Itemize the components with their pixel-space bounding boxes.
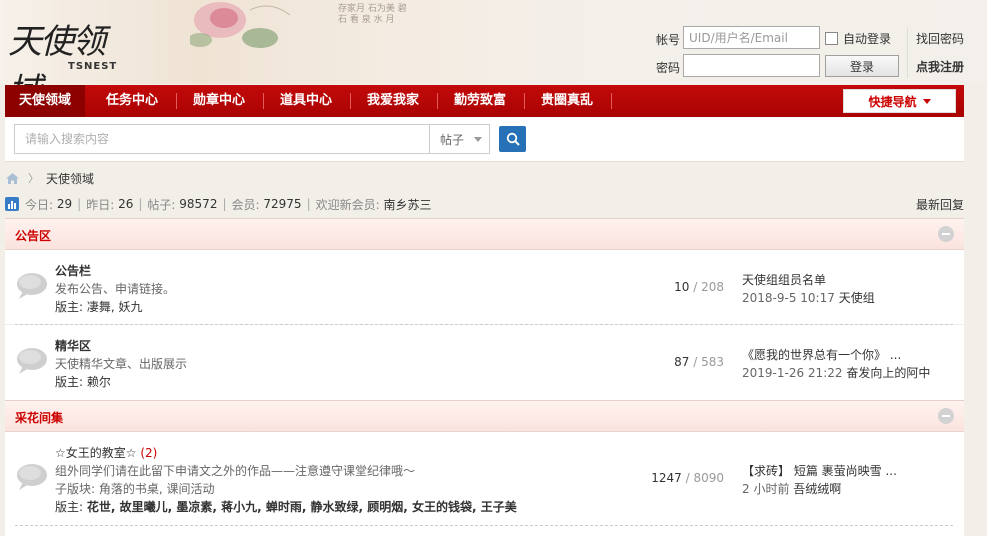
collapse-icon[interactable]	[938, 408, 954, 424]
nav-item-earn[interactable]: 勤劳致富	[439, 85, 521, 117]
nav-divider	[524, 93, 525, 109]
search-input[interactable]	[14, 124, 430, 154]
last-post-title[interactable]: 【求砖】 短篇 裹萤尚映雪 ...	[742, 462, 897, 479]
account-label: 帐号	[656, 33, 681, 47]
posts-value: 98572	[179, 197, 218, 211]
last-post-meta: 2019-1-26 21:22 奋发向上的阿中	[742, 366, 931, 380]
nav-divider	[611, 93, 612, 109]
forum-row-queen-classroom: ☆女王的教室☆ (2) 组外同学们请在此留下申请文之外的作品——注意遵守课堂纪律…	[5, 432, 964, 536]
nav-divider	[263, 93, 264, 109]
main-nav: 天使领域 任务中心 勋章中心 道具中心 我爱我家 勤劳致富 贵圈真乱 快捷导航	[5, 85, 964, 117]
forum-name[interactable]: 精华区	[55, 337, 91, 354]
section-title[interactable]: 公告区	[15, 227, 51, 244]
posts-label: 帖子:	[147, 197, 176, 212]
search-type-value: 帖子	[440, 132, 465, 147]
last-post-meta: 2018-9-5 10:17 天使组	[742, 291, 875, 305]
forum-moderators: 版主: 花世, 故里曦儿, 墨凉素, 蒋小九, 蝉时雨, 静水致绿, 顾明烟, …	[55, 500, 517, 514]
nav-divider	[350, 93, 351, 109]
today-label: 今日:	[25, 197, 54, 212]
forum-bubble-icon	[17, 464, 47, 490]
collapse-icon[interactable]	[938, 226, 954, 242]
row-divider	[15, 525, 953, 526]
nav-item-props[interactable]: 道具中心	[265, 85, 347, 117]
forum-description: 发布公告、申请链接。	[55, 282, 176, 296]
header-divider	[907, 28, 908, 78]
latest-replies-link[interactable]: 最新回复	[916, 196, 964, 213]
login-button[interactable]: 登录	[825, 55, 899, 77]
nav-divider	[176, 93, 177, 109]
password-input[interactable]	[683, 54, 820, 77]
members-label: 会员:	[231, 197, 260, 212]
caret-down-icon	[474, 136, 483, 142]
forum-row-announcements: 公告栏 发布公告、申请链接。 版主: 凄舞, 妖九 10 / 208 天使组组员…	[5, 250, 964, 325]
poem-decoration: 存家月 石为美 碧 石 看 泉 水 月	[338, 4, 407, 25]
forum-name[interactable]: 公告栏	[55, 262, 91, 279]
newest-member-link[interactable]: 南乡苏三	[384, 196, 432, 213]
breadcrumb-current[interactable]: 天使领域	[46, 170, 94, 187]
forum-today-count: (2)	[140, 446, 158, 460]
section-header-announcements: 公告区	[5, 218, 964, 250]
checkbox-icon[interactable]	[825, 32, 838, 45]
quick-nav-button[interactable]: 快捷导航	[843, 89, 956, 113]
nav-divider	[437, 93, 438, 109]
forum-bubble-icon	[17, 348, 47, 374]
quick-nav-label: 快捷导航	[868, 94, 917, 109]
newest-member-label: 欢迎新会员:	[315, 197, 380, 212]
account-input[interactable]	[683, 26, 820, 49]
bar-chart-icon	[5, 197, 19, 211]
forum-subforums: 子版块: 角落的书桌, 课间活动	[55, 482, 215, 496]
register-link[interactable]: 点我注册	[916, 58, 964, 75]
forum-description: 组外同学们请在此留下申请文之外的作品——注意遵守课堂纪律哦～	[55, 464, 416, 478]
yesterday-label: 昨日:	[86, 197, 115, 212]
search-button[interactable]	[499, 126, 526, 152]
nav-item-tasks[interactable]: 任务中心	[91, 85, 173, 117]
last-post-meta: 2 小时前 吾绒绒啊	[742, 482, 842, 496]
forum-counts: 10 / 208	[674, 280, 724, 294]
nav-item-home[interactable]: 天使领域	[5, 85, 85, 117]
auto-login-label: 自动登录	[843, 32, 892, 46]
password-label: 密码	[656, 61, 681, 75]
search-icon	[506, 132, 520, 146]
section-title[interactable]: 采花间集	[15, 409, 63, 426]
home-icon[interactable]	[5, 172, 20, 185]
members-value: 72975	[263, 197, 302, 211]
last-post-title[interactable]: 《愿我的世界总有一个你》 ...	[742, 346, 901, 363]
logo-subtitle: TSNEST	[68, 61, 118, 72]
search-bar: 帖子	[5, 117, 964, 162]
section-header-collection: 采花间集	[5, 400, 964, 432]
chevron-right-icon: 〉	[28, 172, 39, 185]
find-password-link[interactable]: 找回密码	[916, 30, 964, 47]
nav-item-home-love[interactable]: 我爱我家	[352, 85, 434, 117]
breadcrumb: 〉 天使领域	[5, 168, 94, 188]
nav-item-medals[interactable]: 勋章中心	[178, 85, 260, 117]
site-header: 天使领域 TSNEST 存家月 石为美 碧 石 看 泉 水 月 帐号 密码 自动…	[0, 0, 987, 111]
forum-description: 天使精华文章、出版展示	[55, 357, 188, 371]
forum-moderators: 版主: 赖尔	[55, 375, 111, 389]
forum-moderators: 版主: 凄舞, 妖九	[55, 300, 143, 314]
forum-bubble-icon	[17, 273, 47, 299]
forum-row-featured: 精华区 天使精华文章、出版展示 版主: 赖尔 87 / 583 《愿我的世界总有…	[5, 325, 964, 400]
search-type-select[interactable]: 帖子	[429, 124, 490, 154]
nav-item-gossip[interactable]: 贵圈真乱	[526, 85, 608, 117]
auto-login-checkbox[interactable]: 自动登录	[825, 30, 891, 47]
yesterday-value: 26	[118, 197, 134, 211]
forum-counts: 87 / 583	[674, 355, 724, 369]
peony-decoration-icon	[190, 2, 291, 48]
today-value: 29	[56, 197, 73, 211]
forum-name: ☆女王的教室☆ (2)	[55, 446, 158, 460]
site-logo[interactable]: 天使领域 TSNEST	[8, 14, 133, 111]
caret-down-icon	[922, 98, 931, 104]
forum-counts: 1247 / 8090	[651, 471, 724, 485]
last-post-title[interactable]: 天使组组员名单	[742, 271, 826, 288]
forum-stats: 今日: 29 | 昨日: 26 | 帖子: 98572 | 会员: 72975 …	[5, 194, 964, 214]
